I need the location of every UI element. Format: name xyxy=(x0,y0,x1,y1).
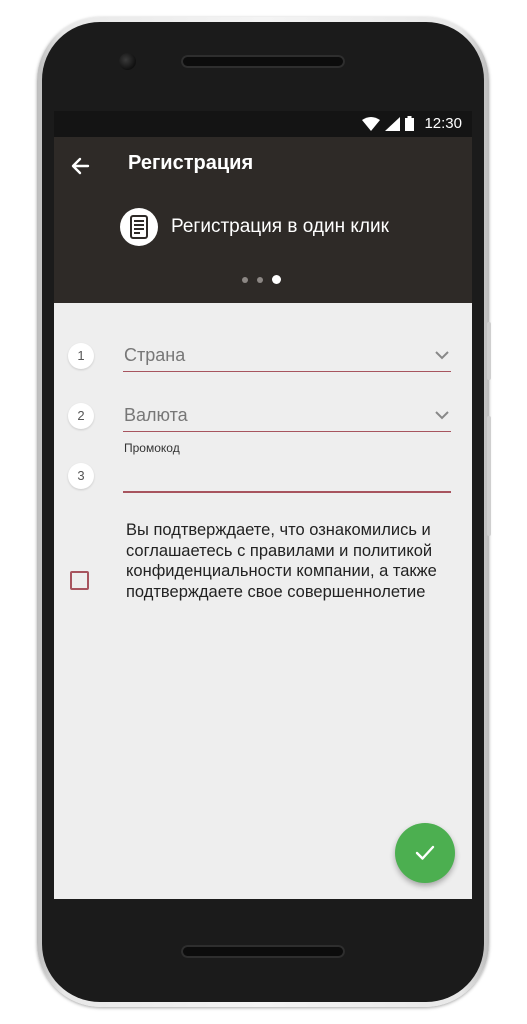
consent-text: Вы подтверждаете, что ознакомились и сог… xyxy=(126,521,437,601)
top-speaker xyxy=(181,55,345,68)
step-number: 1 xyxy=(68,343,94,369)
screen: 12:30 Регистрация Регистрация в один кли… xyxy=(54,111,472,899)
consent-checkbox[interactable] xyxy=(70,571,89,590)
volume-button xyxy=(487,322,491,380)
carousel-dot-active[interactable] xyxy=(272,275,281,284)
promo-code-input[interactable] xyxy=(123,464,451,493)
carousel-indicator xyxy=(242,275,281,284)
arrow-left-icon xyxy=(71,157,90,175)
carousel-dot[interactable] xyxy=(242,276,248,283)
status-time: 12:30 xyxy=(424,115,462,132)
phone-document-icon xyxy=(130,215,148,239)
check-icon xyxy=(415,845,435,860)
chevron-down-icon xyxy=(435,351,449,360)
promo-code-label: Промокод xyxy=(124,441,180,455)
bottom-speaker xyxy=(181,945,345,958)
promo-text: Регистрация в один клик xyxy=(171,216,389,237)
wifi-icon xyxy=(362,116,381,131)
promo-banner: Регистрация в один клик xyxy=(120,208,389,246)
back-button[interactable] xyxy=(68,153,94,179)
chevron-down-icon xyxy=(435,411,449,420)
app-bar: Регистрация Регистрация в один клик xyxy=(54,137,472,303)
promo-icon-circle xyxy=(120,208,158,246)
status-bar: 12:30 xyxy=(54,111,472,137)
step-number: 2 xyxy=(68,403,94,429)
country-select-value: Страна xyxy=(124,345,186,365)
signal-icon xyxy=(385,116,401,131)
step-number: 3 xyxy=(68,463,94,489)
submit-button[interactable] xyxy=(395,823,455,883)
front-camera xyxy=(119,53,136,70)
carousel-dot[interactable] xyxy=(257,276,263,283)
power-button xyxy=(487,416,491,536)
status-icons: 12:30 xyxy=(362,115,462,132)
currency-select-value: Валюта xyxy=(124,405,188,425)
currency-select[interactable]: Валюта xyxy=(123,401,451,432)
page-title: Регистрация xyxy=(128,152,254,174)
battery-icon xyxy=(405,116,415,131)
country-select[interactable]: Страна xyxy=(123,341,451,372)
